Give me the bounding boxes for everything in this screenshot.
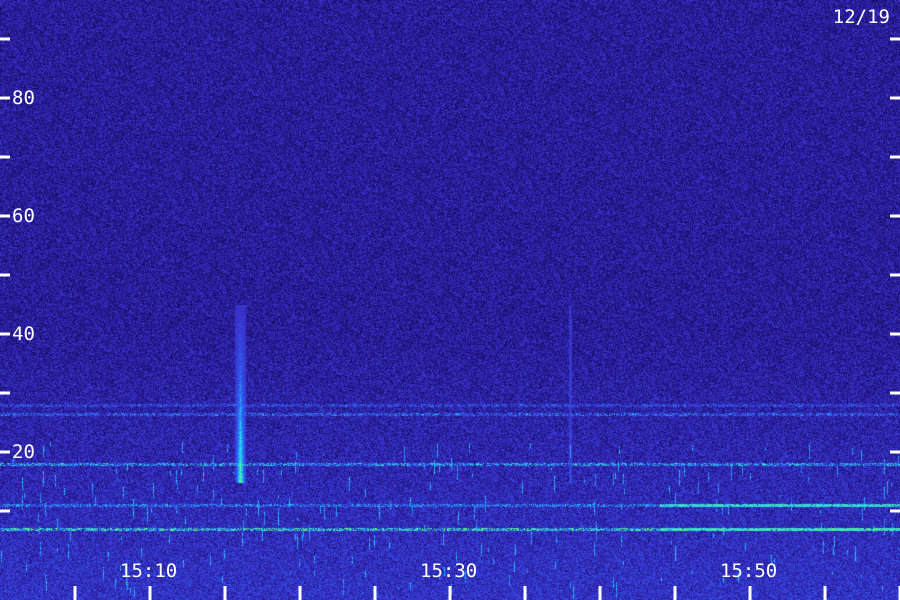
date-label: 12/19 [832, 6, 890, 28]
y-tick-label: 40 [12, 323, 35, 345]
y-tick-label: 80 [12, 87, 35, 109]
x-tick-label: 15:30 [420, 560, 478, 582]
spectrogram-panel: 2040608010015:1015:3015:50 12/19 [0, 0, 900, 600]
y-tick-label: 20 [12, 441, 35, 463]
x-tick-label: 15:10 [120, 560, 178, 582]
y-tick-label: 60 [12, 205, 35, 227]
x-tick-label: 15:50 [720, 560, 778, 582]
spectrogram-axes [0, 37, 900, 600]
